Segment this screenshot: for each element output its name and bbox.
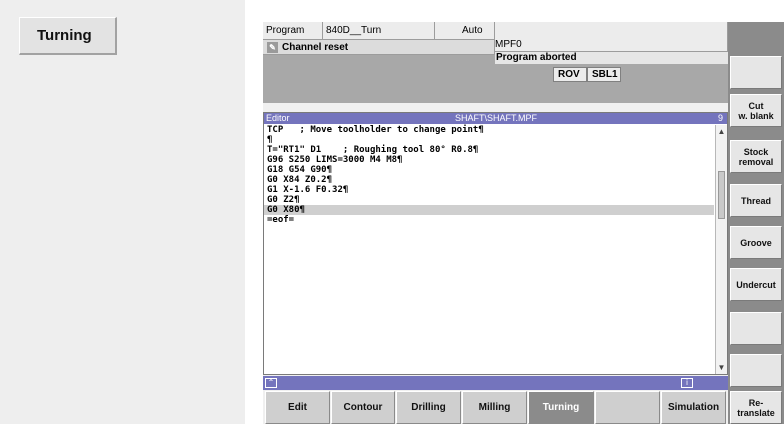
editor-footer-band: ⌃ i [263,376,728,390]
turning-key-button[interactable]: Turning [19,17,117,55]
editor-number: 9 [717,113,723,123]
vsoftkey-empty-1[interactable] [730,56,782,89]
editor-line[interactable]: G0 Z2¶ [264,195,714,205]
editor-file-path: SHAFT\SHAFT.MPF [455,113,538,123]
editor-line[interactable]: G0 X84 Z0.2¶ [264,175,714,185]
channel-status-text: Channel reset [282,42,349,53]
editor-line-selected[interactable]: G0 X80¶ [264,205,714,215]
vsoftkey-empty-2[interactable] [730,312,782,345]
program-label: Program [263,22,323,40]
left-pane: Turning [0,0,245,424]
editor-line[interactable]: ¶ [264,135,714,145]
vsoftkey-empty-3[interactable] [730,354,782,387]
editor-line[interactable]: TCP ; Move toolholder to change point¶ [264,125,714,135]
vsoftkey-cut-with-blank[interactable]: Cut w. blank [730,94,782,127]
vsoftkey-thread[interactable]: Thread [730,184,782,217]
editor-title-bar: Editor SHAFT\SHAFT.MPF 9 [264,113,727,124]
rov-indicator: ROV [553,67,587,82]
status-band-left [263,55,495,64]
editor-line[interactable]: G1 X-1.6 F0.32¶ [264,185,714,195]
mode-indicator: Auto [435,22,495,40]
vsoftkey-undercut[interactable]: Undercut [730,268,782,301]
editor-line[interactable]: G18 G54 G90¶ [264,165,714,175]
channel-status: ✎ Channel reset [263,40,495,55]
program-name: MPF0 [495,22,728,52]
editor-line[interactable]: T="RT1" D1 ; Roughing tool 80° R0.8¶ [264,145,714,155]
info-icon[interactable]: i [681,378,693,388]
softkey-turning[interactable]: Turning [528,391,594,424]
softkey-edit[interactable]: Edit [265,391,330,424]
softkey-empty[interactable] [595,391,660,424]
editor-line[interactable]: =eof= [264,215,714,225]
vsoftkey-retranslate[interactable]: Re- translate [730,391,782,424]
editor-title: Editor [266,113,290,123]
program-editor[interactable]: Editor SHAFT\SHAFT.MPF 9 TCP ; Move tool… [263,112,728,375]
vsoftkey-stock-removal[interactable]: Stock removal [730,140,782,173]
softkey-contour[interactable]: Contour [331,391,395,424]
scroll-down-icon[interactable]: ▼ [717,363,726,372]
scroll-thumb[interactable] [718,171,725,219]
scroll-up-icon[interactable]: ▲ [717,127,726,136]
editor-scrollbar[interactable]: ▲ ▼ [715,125,727,374]
softkey-simulation[interactable]: Simulation [661,391,726,424]
vsoftkey-groove[interactable]: Groove [730,226,782,259]
machine-name: 840D__Turn [323,22,435,40]
softkey-milling[interactable]: Milling [462,391,527,424]
editor-lines[interactable]: TCP ; Move toolholder to change point¶ ¶… [264,125,714,225]
editor-line[interactable]: G96 S250 LIMS=3000 M4 M8¶ [264,155,714,165]
softkey-drilling[interactable]: Drilling [396,391,461,424]
status-band [263,64,728,103]
program-status: Program aborted [495,52,728,64]
hmi-screen: Program 840D__Turn Auto MPF0 ✎ Channel re… [263,22,784,424]
chevron-up-icon[interactable]: ⌃ [265,378,277,388]
channel-reset-icon: ✎ [267,42,278,53]
sbl-indicator: SBL1 [587,67,621,82]
